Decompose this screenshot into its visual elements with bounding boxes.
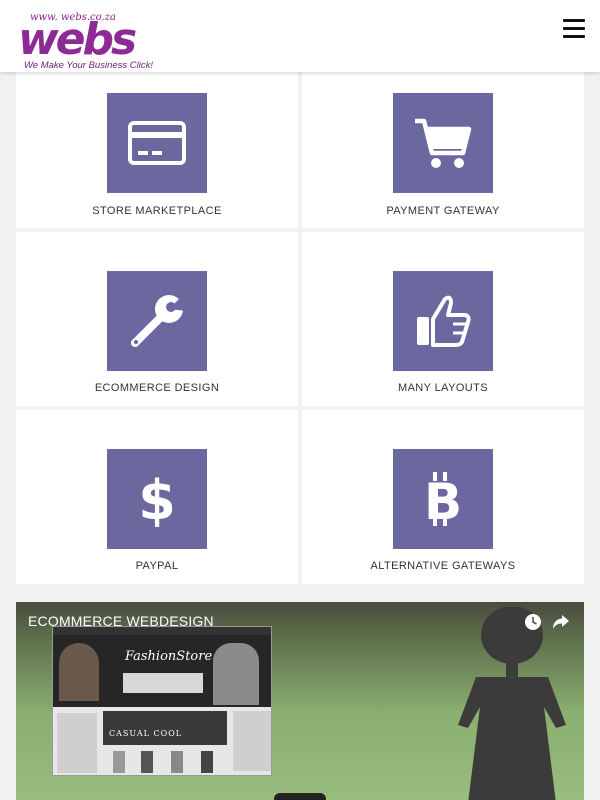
feature-label: MANY LAYOUTS bbox=[398, 382, 488, 394]
thumbnail-banner-text: CASUAL COOL bbox=[109, 729, 183, 738]
bitcoin-icon: B bbox=[393, 449, 493, 549]
svg-text:$: $ bbox=[138, 469, 176, 529]
logo-wordmark: webs bbox=[18, 14, 137, 65]
share-icon[interactable] bbox=[552, 613, 570, 631]
wrench-icon bbox=[107, 271, 207, 371]
feature-tile-many-layouts[interactable]: MANY LAYOUTS bbox=[302, 232, 584, 406]
feature-tile-store-marketplace[interactable]: STORE MARKETPLACE bbox=[16, 72, 298, 228]
feature-tile-ecommerce-design[interactable]: ECOMMERCE DESIGN bbox=[16, 232, 298, 406]
dollar-icon: $ bbox=[107, 449, 207, 549]
webs-logo[interactable]: www. webs.co.za webs We Make Your Busine… bbox=[18, 12, 168, 72]
feature-tile-alternative-gateways[interactable]: B ALTERNATIVE GATEWAYS bbox=[302, 410, 584, 584]
feature-label: PAYPAL bbox=[135, 560, 179, 572]
thumbs-up-icon bbox=[393, 271, 493, 371]
watch-later-icon[interactable] bbox=[524, 613, 542, 631]
thumbnail-store-name: FashionStore bbox=[125, 649, 213, 664]
feature-tile-paypal[interactable]: $ PAYPAL bbox=[16, 410, 298, 584]
feature-label: STORE MARKETPLACE bbox=[92, 205, 222, 217]
feature-label: ALTERNATIVE GATEWAYS bbox=[370, 560, 516, 572]
feature-tile-payment-gateway[interactable]: PAYMENT GATEWAY bbox=[302, 72, 584, 228]
site-header: www. webs.co.za webs We Make Your Busine… bbox=[0, 0, 600, 72]
video-title: ECOMMERCE WEBDESIGN bbox=[28, 613, 214, 629]
credit-card-icon bbox=[107, 93, 207, 193]
play-button[interactable] bbox=[274, 793, 326, 800]
hamburger-menu-icon[interactable] bbox=[563, 19, 587, 39]
video-thumbnail-store-screenshot: FashionStore CASUAL COOL bbox=[52, 626, 272, 776]
shopping-cart-icon bbox=[393, 93, 493, 193]
silhouette-figure bbox=[458, 607, 566, 800]
video-player[interactable]: FashionStore CASUAL COOL ECOMMERCE WEBDE… bbox=[16, 602, 584, 800]
feature-label: PAYMENT GATEWAY bbox=[386, 205, 500, 217]
logo-tagline: We Make Your Business Click! bbox=[24, 60, 154, 71]
feature-label: ECOMMERCE DESIGN bbox=[94, 382, 220, 394]
